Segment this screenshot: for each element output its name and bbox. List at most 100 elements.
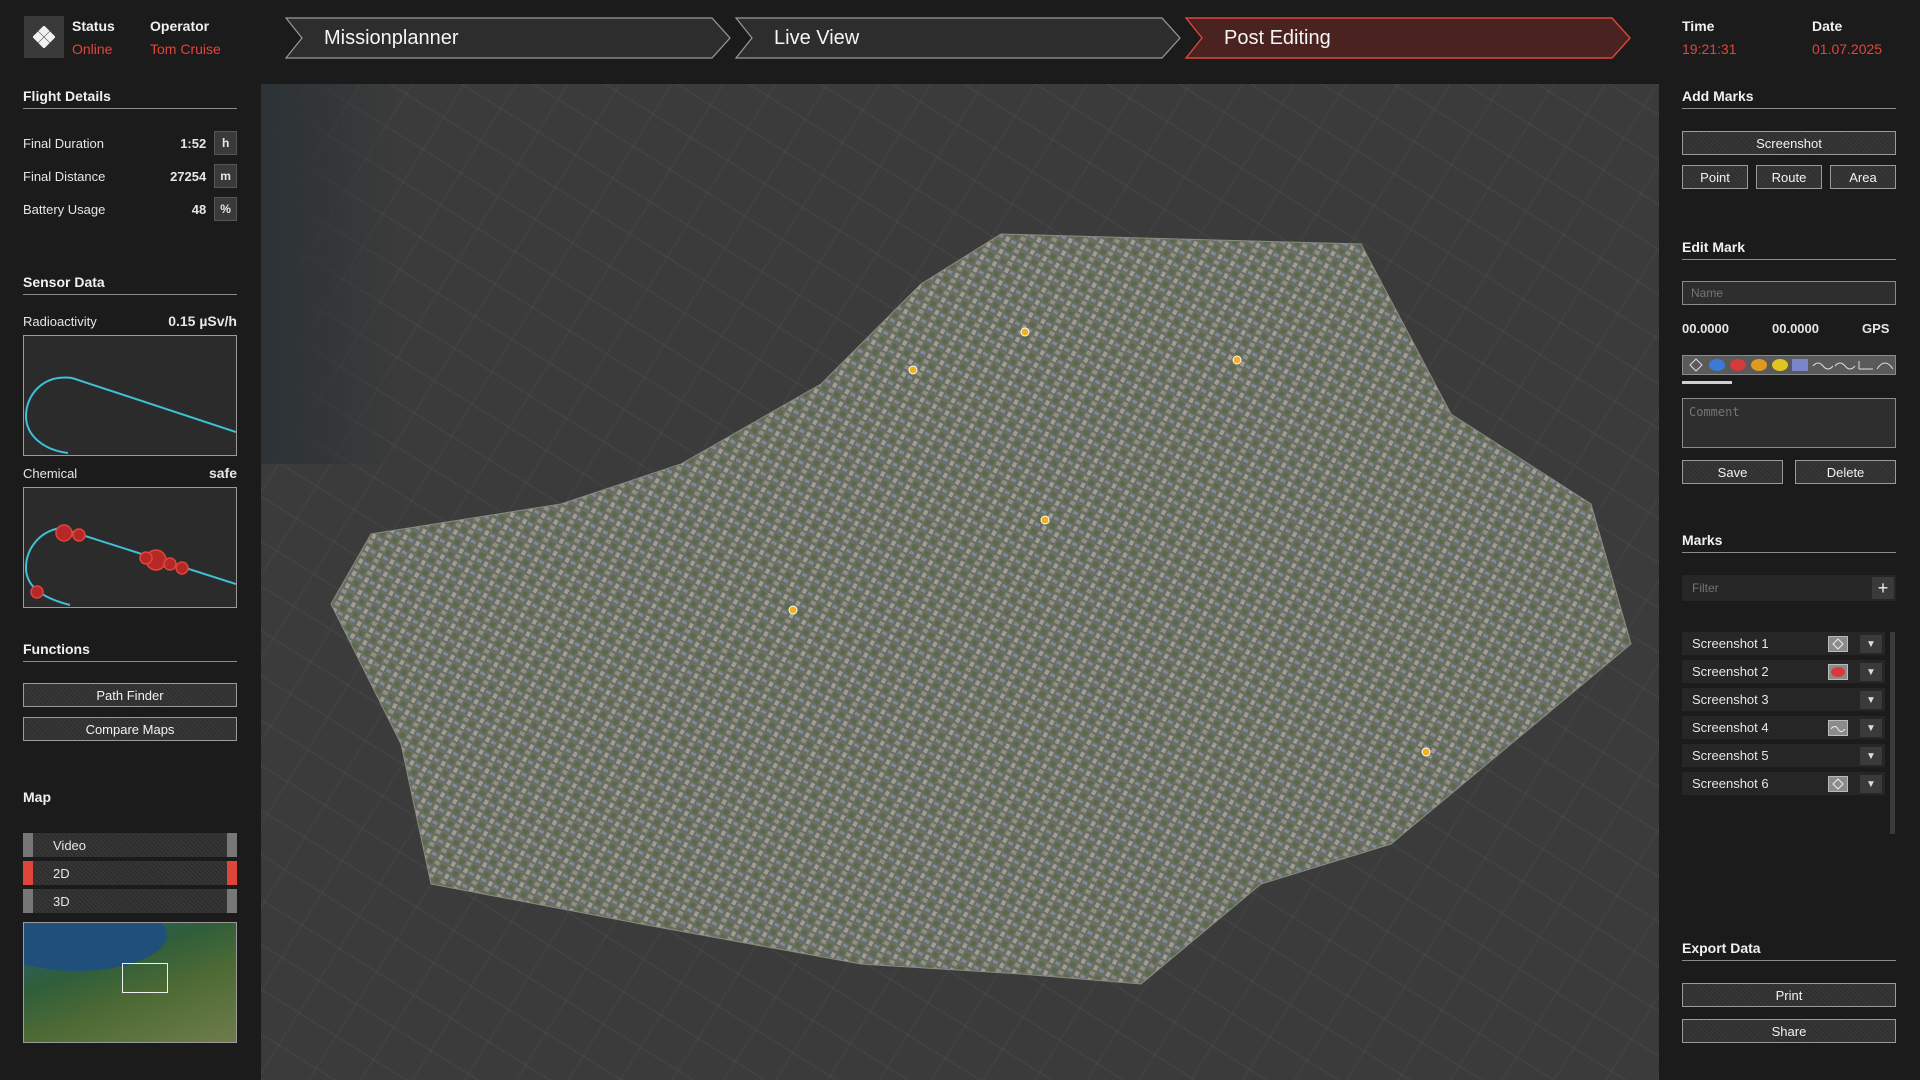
logo-icon (33, 26, 55, 48)
map-view[interactable] (261, 84, 1659, 1080)
status-value: Online (72, 41, 113, 57)
mark-item-label: Screenshot 2 (1692, 664, 1769, 679)
mark-item[interactable]: Screenshot 1 ▼ (1682, 632, 1885, 656)
row-value: 48 (191, 201, 207, 217)
mark-item[interactable]: Screenshot 3 ▼ (1682, 688, 1885, 712)
tab-live-view[interactable]: Live View (734, 16, 1184, 60)
mark-item[interactable]: Screenshot 6 ▼ (1682, 772, 1885, 796)
chemical-label: Chemical (23, 466, 78, 481)
mark-item[interactable]: Screenshot 2 ▼ (1682, 660, 1885, 684)
option-edge (23, 833, 33, 857)
point-button[interactable]: Point (1682, 165, 1748, 189)
compare-maps-button[interactable]: Compare Maps (23, 717, 237, 741)
route-button[interactable]: Route (1756, 165, 1822, 189)
export-data-title: Export Data (1682, 940, 1896, 961)
option-edge (227, 861, 237, 885)
mark-name-input[interactable] (1682, 281, 1896, 305)
functions-title: Functions (23, 641, 237, 662)
unit-badge: % (214, 197, 237, 221)
app-logo (24, 16, 64, 58)
chevron-down-icon[interactable]: ▼ (1860, 719, 1882, 737)
add-marks-title: Add Marks (1682, 88, 1896, 109)
chemical-hotspots (30, 524, 189, 599)
option-edge (227, 833, 237, 857)
area-button[interactable]: Area (1830, 165, 1896, 189)
date-label: Date (1812, 18, 1843, 34)
chemical-line (24, 524, 237, 606)
row-value: 27254 (170, 168, 207, 184)
map-title: Map (23, 789, 51, 805)
mark-item-label: Screenshot 1 (1692, 636, 1769, 651)
chevron-down-icon[interactable]: ▼ (1860, 663, 1882, 681)
edit-mark-title: Edit Mark (1682, 239, 1896, 260)
row-label: Battery Usage (23, 201, 106, 217)
flight-details-title: Flight Details (23, 88, 237, 109)
chevron-down-icon[interactable]: ▼ (1860, 747, 1882, 765)
share-button[interactable]: Share (1682, 1019, 1896, 1043)
longitude-value: 00.0000 (1772, 321, 1819, 336)
date-value: 01.07.2025 (1812, 41, 1883, 57)
map-option-video[interactable]: Video (23, 833, 237, 857)
diamond-icon (1828, 636, 1848, 652)
option-label: 2D (53, 865, 70, 881)
map-option-2d[interactable]: 2D (23, 861, 237, 885)
row-value: 1:52 (180, 135, 207, 151)
marks-scrollbar[interactable] (1890, 632, 1895, 834)
tab-label: Live View (774, 26, 860, 49)
chevron-down-icon[interactable]: ▼ (1860, 775, 1882, 793)
chevron-down-icon[interactable]: ▼ (1860, 635, 1882, 653)
mark-item-label: Screenshot 5 (1692, 748, 1769, 763)
sensor-data-title: Sensor Data (23, 274, 237, 295)
latitude-value: 00.0000 (1682, 321, 1729, 336)
unit-badge: m (214, 164, 237, 188)
row-label: Final Distance (23, 168, 106, 184)
flight-row-battery: Battery Usage 48 % (23, 196, 237, 222)
mark-item-label: Screenshot 6 (1692, 776, 1769, 791)
time-value: 19:21:31 (1682, 41, 1737, 57)
marks-title: Marks (1682, 532, 1896, 553)
tab-label: Missionplanner (324, 26, 459, 49)
orthophoto-overlay (330, 233, 1632, 985)
red-blob-icon (1828, 664, 1848, 680)
gps-label: GPS (1862, 321, 1890, 336)
tab-post-editing[interactable]: Post Editing (1184, 16, 1634, 60)
option-label: Video (53, 837, 87, 853)
radioactivity-value: 0.15 µSv/h (168, 313, 237, 329)
map-option-3d[interactable]: 3D (23, 889, 237, 913)
chemical-chart (23, 487, 237, 608)
flight-row-distance: Final Distance 27254 m (23, 163, 237, 189)
minimap[interactable] (23, 922, 237, 1043)
flight-details: Final Duration 1:52 h Final Distance 272… (23, 130, 237, 222)
delete-button[interactable]: Delete (1795, 460, 1896, 484)
operator-value: Tom Cruise (150, 41, 221, 57)
mark-style-picker[interactable] (1682, 355, 1896, 375)
minimap-viewport[interactable] (122, 963, 168, 993)
save-button[interactable]: Save (1682, 460, 1783, 484)
print-button[interactable]: Print (1682, 983, 1896, 1007)
chemical-value: safe (208, 465, 237, 481)
marks-filter: + (1682, 575, 1896, 601)
option-edge (227, 889, 237, 913)
radioactivity-chart (23, 335, 237, 456)
radioactivity-label: Radioactivity (23, 314, 97, 329)
mark-item[interactable]: Screenshot 4 ▼ (1682, 716, 1885, 740)
chevron-down-icon[interactable]: ▼ (1860, 691, 1882, 709)
mark-item[interactable]: Screenshot 5 ▼ (1682, 744, 1885, 768)
operator-label: Operator (150, 18, 210, 34)
option-label: 3D (53, 893, 70, 909)
option-edge (23, 861, 33, 885)
row-label: Final Duration (23, 135, 104, 151)
unit-badge: h (214, 131, 237, 155)
mark-comment-input[interactable] (1682, 398, 1896, 448)
status-label: Status (72, 18, 115, 34)
flight-row-duration: Final Duration 1:52 h (23, 130, 237, 156)
filter-input[interactable] (1682, 575, 1868, 601)
style-slider[interactable] (1682, 381, 1732, 384)
screenshot-button[interactable]: Screenshot (1682, 131, 1896, 155)
tab-missionplanner[interactable]: Missionplanner (284, 16, 734, 60)
path-finder-button[interactable]: Path Finder (23, 683, 237, 707)
add-mark-icon[interactable]: + (1872, 577, 1894, 599)
option-edge (23, 889, 33, 913)
route-icon (1828, 720, 1848, 736)
mark-item-label: Screenshot 4 (1692, 720, 1769, 735)
